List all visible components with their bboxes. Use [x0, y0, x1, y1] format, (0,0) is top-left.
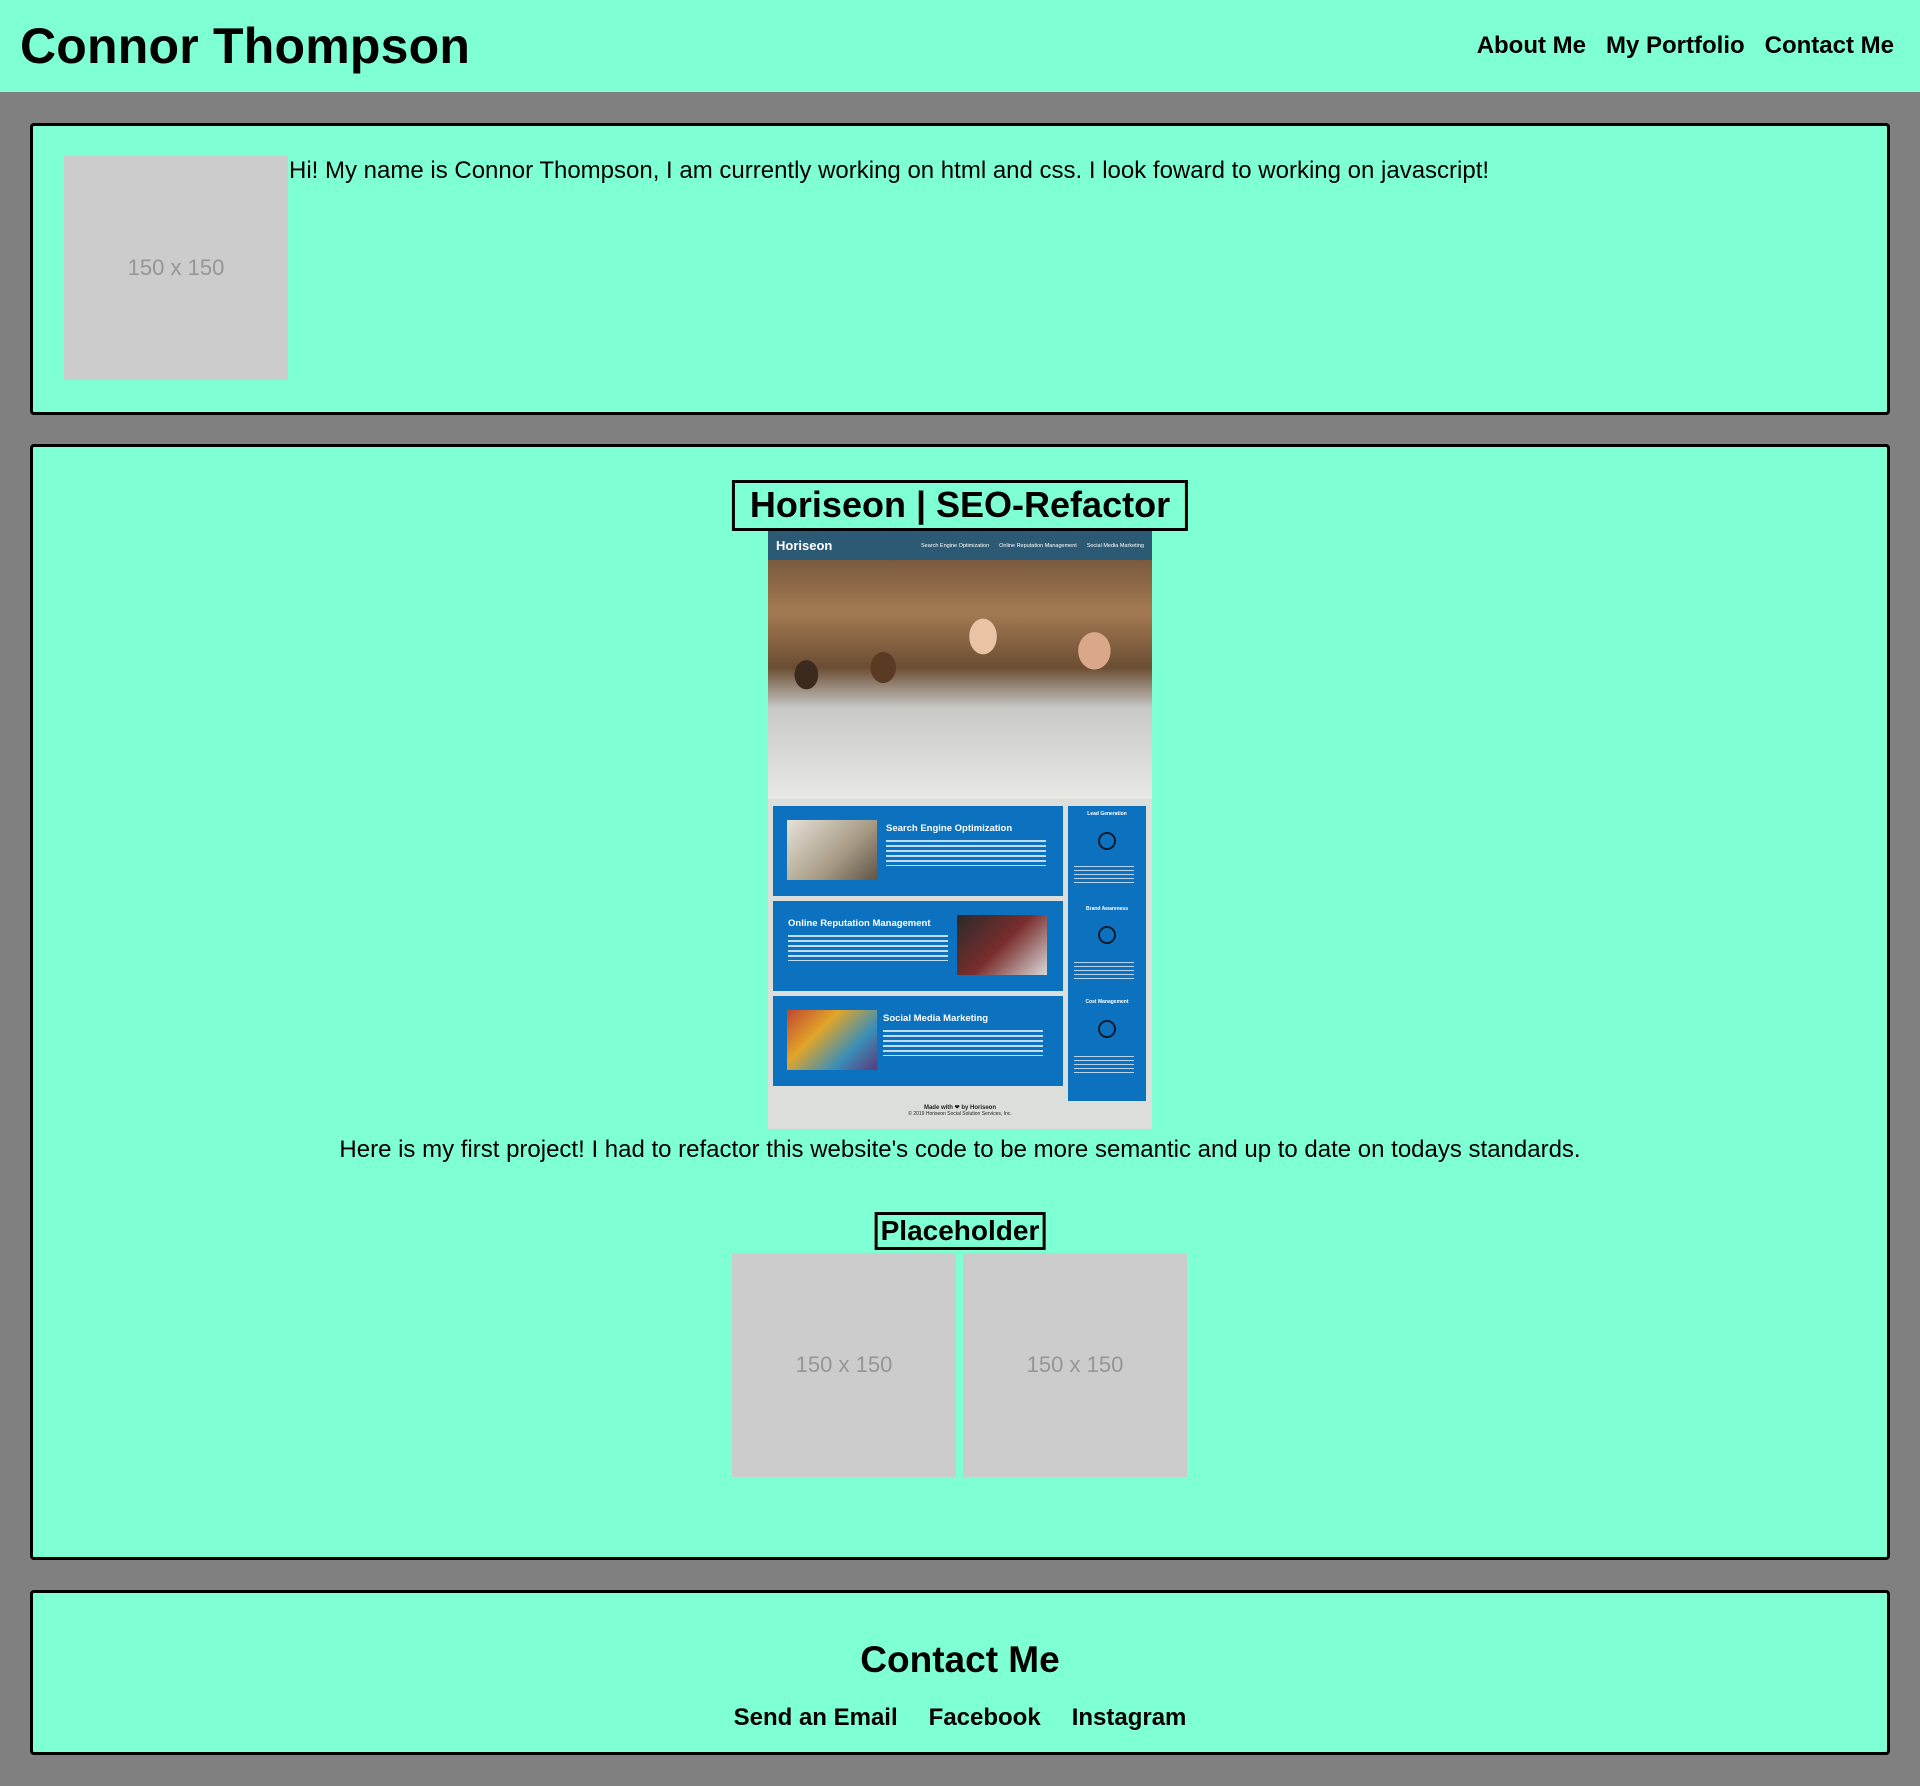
screenshot-card-title: Social Media Marketing [883, 1013, 989, 1024]
nav-link-about-me[interactable]: About Me [1477, 32, 1586, 60]
screenshot-footer: Made with ❤ by Horiseon [923, 1105, 997, 1111]
about-text: Hi! My name is Connor Thompson, I am cur… [289, 157, 1490, 184]
placeholder-title: Placeholder [874, 1212, 1046, 1250]
placeholder-image: 150 x 150 [963, 1253, 1187, 1477]
screenshot-card-image [787, 1010, 877, 1070]
screenshot-copyright: © 2019 Horiseon Social Solution Services… [908, 1111, 1012, 1117]
screenshot-card: Online Reputation Management [773, 901, 1063, 991]
screenshot-hero-photo [768, 560, 1152, 799]
placeholder-image: 150 x 150 [732, 1253, 956, 1477]
screenshot-logo: Horiseon [776, 538, 833, 553]
screenshot-nav: Search Engine Optimization Online Reputa… [921, 543, 1144, 549]
screenshot-nav-item: Online Reputation Management [999, 542, 1077, 549]
screenshot-nav-item: Search Engine Optimization [920, 542, 990, 549]
screenshot-sidebar: Lead Generation Brand Awareness Cost Man… [1068, 806, 1146, 1101]
screenshot-card-text [883, 1030, 1043, 1056]
instagram-link[interactable]: Instagram [1072, 1704, 1187, 1732]
about-section: 150 x 150 Hi! My name is Connor Thompson… [30, 123, 1890, 415]
screenshot-sidebar-text [1074, 866, 1134, 886]
screenshot-card: Search Engine Optimization [773, 806, 1063, 896]
project-title-link[interactable]: Horiseon | SEO-Refactor [731, 480, 1189, 531]
screenshot-sidebar-title: Brand Awareness [1086, 906, 1128, 912]
project-description: Here is my first project! I had to refac… [339, 1136, 1581, 1163]
screenshot-sidebar-text [1074, 962, 1134, 982]
nav-link-contact-me[interactable]: Contact Me [1765, 32, 1894, 60]
screenshot-sidebar-title: Lead Generation [1087, 811, 1127, 817]
screenshot-sidebar-title: Cost Management [1085, 999, 1129, 1005]
screenshot-card-title: Online Reputation Management [788, 918, 931, 929]
screenshot-card-image [957, 915, 1047, 975]
facebook-link[interactable]: Facebook [929, 1704, 1041, 1732]
contact-title: Contact Me [860, 1639, 1060, 1680]
site-header: Connor Thompson About Me My Portfolio Co… [0, 0, 1920, 92]
lightbulb-icon [1098, 832, 1116, 850]
nav-link-my-portfolio[interactable]: My Portfolio [1606, 32, 1745, 60]
contact-section: Contact Me Send an Email Facebook Instag… [30, 1590, 1890, 1755]
screenshot-nav-item: Social Media Marketing [1086, 542, 1144, 549]
broadcast-icon [1098, 926, 1116, 944]
screenshot-card-title: Search Engine Optimization [886, 823, 1013, 834]
screenshot-card: Social Media Marketing [773, 996, 1063, 1086]
screenshot-card-image [787, 820, 877, 880]
project-screenshot[interactable]: Horiseon Search Engine Optimization Onli… [768, 531, 1152, 1129]
profile-image-placeholder: 150 x 150 [64, 156, 288, 380]
screenshot-header: Horiseon Search Engine Optimization Onli… [768, 531, 1152, 560]
screenshot-sidebar-text [1074, 1056, 1134, 1076]
portfolio-section: Horiseon | SEO-Refactor Horiseon Search … [30, 444, 1890, 1560]
gears-icon [1098, 1020, 1116, 1038]
contact-links: Send an Email Facebook Instagram [33, 1704, 1887, 1732]
screenshot-content: Search Engine Optimization Online Reputa… [768, 799, 1152, 1129]
site-title: Connor Thompson [20, 18, 471, 74]
send-email-link[interactable]: Send an Email [734, 1704, 898, 1732]
screenshot-card-text [886, 840, 1046, 866]
main-nav: About Me My Portfolio Contact Me [1477, 32, 1894, 60]
screenshot-card-text [788, 935, 948, 961]
